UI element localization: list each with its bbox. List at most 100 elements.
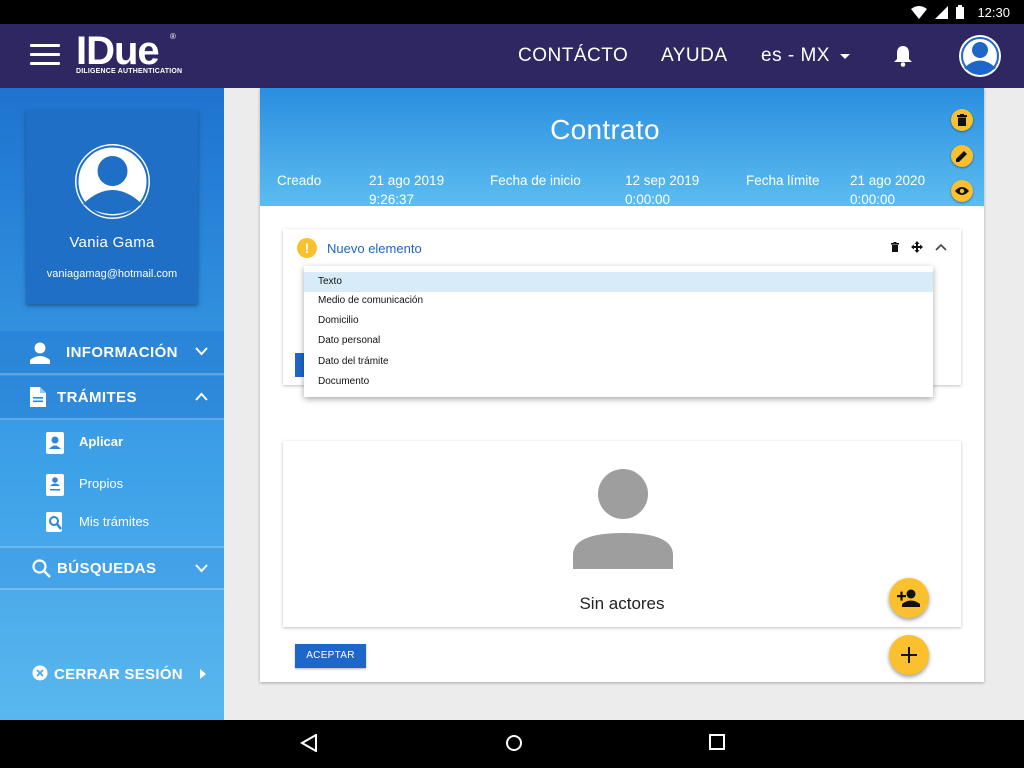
- sidebar-item-label: BÚSQUEDAS: [57, 559, 157, 577]
- sidebar-subitem-label: Mis trámites: [79, 514, 150, 529]
- menu-button[interactable]: [30, 44, 60, 68]
- move-icon: [911, 241, 923, 253]
- status-bar: 12:30: [0, 0, 1024, 24]
- add-actor-button[interactable]: [889, 578, 929, 618]
- menu-line: [30, 44, 60, 47]
- back-icon[interactable]: [300, 734, 318, 752]
- document-search-icon: [46, 512, 62, 532]
- delete-contract-button[interactable]: [951, 109, 973, 131]
- logout-button[interactable]: CERRAR SESIÓN: [0, 658, 224, 690]
- battery-icon: [956, 5, 964, 19]
- sidebar-item-busquedas[interactable]: BÚSQUEDAS: [0, 546, 224, 590]
- sidebar-item-tramites[interactable]: TRÁMITES: [0, 376, 224, 420]
- chevron-down-icon: [195, 564, 208, 573]
- sidebar-item-informacion[interactable]: INFORMACIÓN: [0, 331, 224, 375]
- add-person-icon: [897, 589, 920, 607]
- close-circle-icon: [32, 665, 48, 681]
- start-value: 12 sep 2019 0:00:00: [625, 171, 699, 209]
- element-type-dropdown: Texto Medio de comunicación Domicilio Da…: [304, 266, 933, 397]
- dropdown-option-dato-personal[interactable]: Dato personal: [304, 331, 933, 351]
- move-element-button[interactable]: [911, 241, 923, 253]
- app-logo[interactable]: IDue DILIGENCE AUTHENTICATION ®: [76, 29, 183, 75]
- profile-email: vaniagamag@hotmail.com: [46, 268, 178, 280]
- limit-date: 21 ago 2020: [850, 173, 926, 188]
- logo-subtitle: DILIGENCE AUTHENTICATION: [76, 68, 183, 75]
- sidebar-subitem-mis-tramites[interactable]: Mis trámites: [0, 504, 224, 540]
- search-icon: [32, 559, 51, 578]
- nav-contact[interactable]: CONTÁCTO: [518, 45, 628, 67]
- created-time: 9:26:37: [369, 192, 415, 207]
- dropdown-option-dato-tramite[interactable]: Dato del trámite: [304, 352, 933, 372]
- chevron-right-icon: [200, 669, 206, 679]
- actors-card: Sin actores: [283, 441, 961, 627]
- eye-icon: [955, 187, 969, 195]
- language-label: es - MX: [761, 45, 830, 66]
- logo-text: IDue: [76, 29, 160, 73]
- warning-icon: !: [297, 238, 317, 258]
- start-time: 0:00:00: [625, 192, 671, 207]
- caret-down-icon: [839, 53, 850, 59]
- nav-help[interactable]: AYUDA: [661, 45, 728, 67]
- dropdown-option-domicilio[interactable]: Domicilio: [304, 311, 933, 331]
- limit-time: 0:00:00: [850, 192, 896, 207]
- start-label: Fecha de inicio: [490, 173, 581, 188]
- system-nav-bar: [0, 720, 1024, 768]
- delete-element-button[interactable]: [891, 242, 899, 252]
- accept-button[interactable]: ACEPTAR: [295, 644, 366, 668]
- language-selector[interactable]: es - MX: [761, 45, 850, 67]
- user-avatar-icon: [961, 37, 999, 75]
- contract-header: Contrato Creado 21 ago 2019 9:26:37 Fech…: [260, 88, 984, 209]
- pencil-icon: [956, 151, 967, 162]
- profile-name: Vania Gama: [69, 234, 155, 251]
- menu-line: [30, 53, 60, 56]
- sidebar-item-label: TRÁMITES: [57, 388, 137, 406]
- wifi-icon: [911, 5, 927, 19]
- id-badge-icon: [46, 432, 64, 454]
- sidebar-subitem-label: Aplicar: [79, 434, 124, 449]
- trash-icon: [957, 114, 967, 126]
- sidebar-subitem-propios[interactable]: Propios: [0, 466, 224, 502]
- sidebar: Vania Gama vaniagamag@hotmail.com INFORM…: [0, 88, 224, 720]
- element-title: Nuevo elemento: [327, 241, 422, 256]
- signal-icon: [935, 5, 948, 19]
- contract-title: Contrato: [550, 114, 660, 145]
- app-bar: IDue DILIGENCE AUTHENTICATION ® CONTÁCTO…: [0, 24, 1024, 88]
- plus-icon: [901, 647, 917, 663]
- home-icon[interactable]: [505, 734, 523, 752]
- limit-value: 21 ago 2020 0:00:00: [850, 171, 925, 209]
- dropdown-option-documento[interactable]: Documento: [304, 372, 933, 392]
- document-icon: [30, 387, 46, 407]
- limit-label: Fecha límite: [746, 173, 820, 188]
- logout-label: CERRAR SESIÓN: [54, 666, 183, 683]
- created-value: 21 ago 2019 9:26:37: [369, 171, 444, 209]
- sidebar-subitem-aplicar[interactable]: Aplicar: [0, 424, 224, 460]
- collapse-element-button[interactable]: [935, 243, 947, 251]
- chevron-down-icon: [195, 347, 208, 356]
- created-date: 21 ago 2019: [369, 173, 445, 188]
- person-document-icon: [46, 474, 64, 496]
- clock: 12:30: [977, 5, 1010, 20]
- person-placeholder-icon: [573, 469, 673, 569]
- profile-card: Vania Gama vaniagamag@hotmail.com: [26, 110, 198, 304]
- element-actions: [891, 241, 947, 253]
- start-date: 12 sep 2019: [625, 173, 700, 188]
- bell-icon[interactable]: [893, 45, 913, 67]
- registered-mark: ®: [170, 32, 176, 41]
- no-actors-text: Sin actores: [579, 594, 665, 613]
- dropdown-option-texto[interactable]: Texto: [304, 272, 933, 292]
- recent-apps-icon[interactable]: [709, 734, 725, 750]
- menu-line: [30, 62, 60, 65]
- status-icons: [911, 5, 964, 19]
- dropdown-option-medio-comunicacion[interactable]: Medio de comunicación: [304, 291, 933, 311]
- chevron-up-icon: [935, 243, 947, 251]
- profile-avatar-icon: [76, 145, 149, 218]
- person-icon: [30, 342, 50, 364]
- trash-icon: [891, 242, 899, 252]
- add-element-button[interactable]: [889, 635, 929, 675]
- sidebar-subitem-label: Propios: [79, 476, 124, 491]
- edit-contract-button[interactable]: [951, 145, 973, 167]
- profile-avatar: [75, 144, 150, 219]
- user-avatar[interactable]: [959, 35, 1001, 77]
- view-contract-button[interactable]: [951, 180, 973, 202]
- chevron-up-icon: [195, 392, 208, 401]
